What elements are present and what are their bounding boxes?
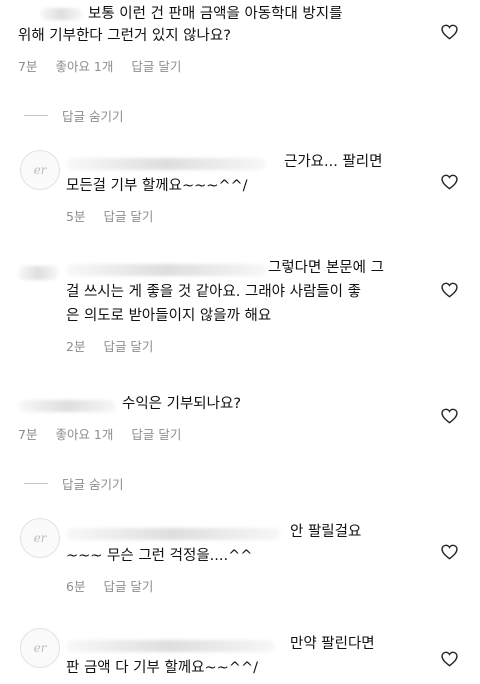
heart-icon[interactable]: [441, 544, 458, 560]
comment-text-line: 위해 기부한다 그런거 있지 않나요?: [18, 28, 231, 44]
blurred-username: [66, 528, 280, 540]
reply-button[interactable]: 답글 달기: [103, 576, 153, 595]
hide-replies-label: 답글 숨기기: [62, 109, 124, 124]
comment-time: 2분: [66, 339, 86, 354]
comment-time: 6분: [66, 579, 86, 594]
comment-meta: 2분 답글 달기: [66, 336, 153, 355]
comment-meta: 7분 좋아요 1개 답글 달기: [18, 56, 181, 75]
comment-text-line: 걸 쓰시는 게 좋을 것 같아요. 그래야 사람들이 좋: [66, 284, 361, 300]
comment-text-line: ~~~ 무슨 그런 걱정을....^^: [66, 548, 253, 564]
blurred-username: [40, 8, 82, 20]
like-count-button[interactable]: 좋아요 1개: [55, 56, 113, 75]
like-count-button[interactable]: 좋아요 1개: [55, 424, 113, 443]
blurred-avatar: [18, 266, 58, 280]
comment-text-line: 판 금액 다 기부 할께요~~^^/: [66, 660, 258, 676]
comment-meta: 5분 답글 달기: [66, 206, 153, 225]
blurred-username: [66, 264, 266, 276]
avatar[interactable]: er: [20, 150, 60, 190]
comment-time: 7분: [18, 59, 38, 74]
comment-text-line: 만약 팔린다면: [290, 636, 375, 652]
comment-text-line: 근가요... 팔리면: [284, 154, 383, 170]
divider: [24, 483, 48, 484]
heart-icon[interactable]: [441, 24, 458, 40]
comment-text-line: 보통 이런 건 판매 금액을 아동학대 방지를: [88, 6, 343, 22]
comment-text-line: 그렇다면 본문에 그: [268, 260, 384, 276]
comment-text-line: 은 의도로 받아들이지 않을까 해요: [66, 308, 272, 324]
hide-replies-label: 답글 숨기기: [62, 477, 124, 492]
avatar[interactable]: er: [20, 628, 60, 668]
avatar[interactable]: er: [20, 518, 60, 558]
comment-text-line: 안 팔릴걸요: [290, 524, 362, 540]
comment-meta: 6분 답글 달기: [66, 576, 153, 595]
heart-icon[interactable]: [441, 408, 458, 424]
hide-replies-button[interactable]: 답글 숨기기: [24, 474, 123, 493]
comment-text-line: 모든걸 기부 할께요~~~^^/: [66, 178, 248, 194]
comment-text-line: 수익은 기부되나요?: [122, 396, 242, 412]
reply-button[interactable]: 답글 달기: [131, 56, 181, 75]
comment-meta: 7분 좋아요 1개 답글 달기: [18, 424, 181, 443]
hide-replies-button[interactable]: 답글 숨기기: [24, 106, 123, 125]
blurred-username: [18, 400, 116, 412]
heart-icon[interactable]: [441, 651, 458, 667]
comment-time: 7분: [18, 427, 38, 442]
comment-time: 5분: [66, 209, 86, 224]
divider: [24, 115, 48, 116]
reply-button[interactable]: 답글 달기: [103, 336, 153, 355]
blurred-username: [66, 640, 274, 652]
heart-icon[interactable]: [441, 282, 458, 298]
reply-button[interactable]: 답글 달기: [131, 424, 181, 443]
blurred-username: [66, 158, 266, 170]
reply-button[interactable]: 답글 달기: [103, 206, 153, 225]
heart-icon[interactable]: [441, 174, 458, 190]
